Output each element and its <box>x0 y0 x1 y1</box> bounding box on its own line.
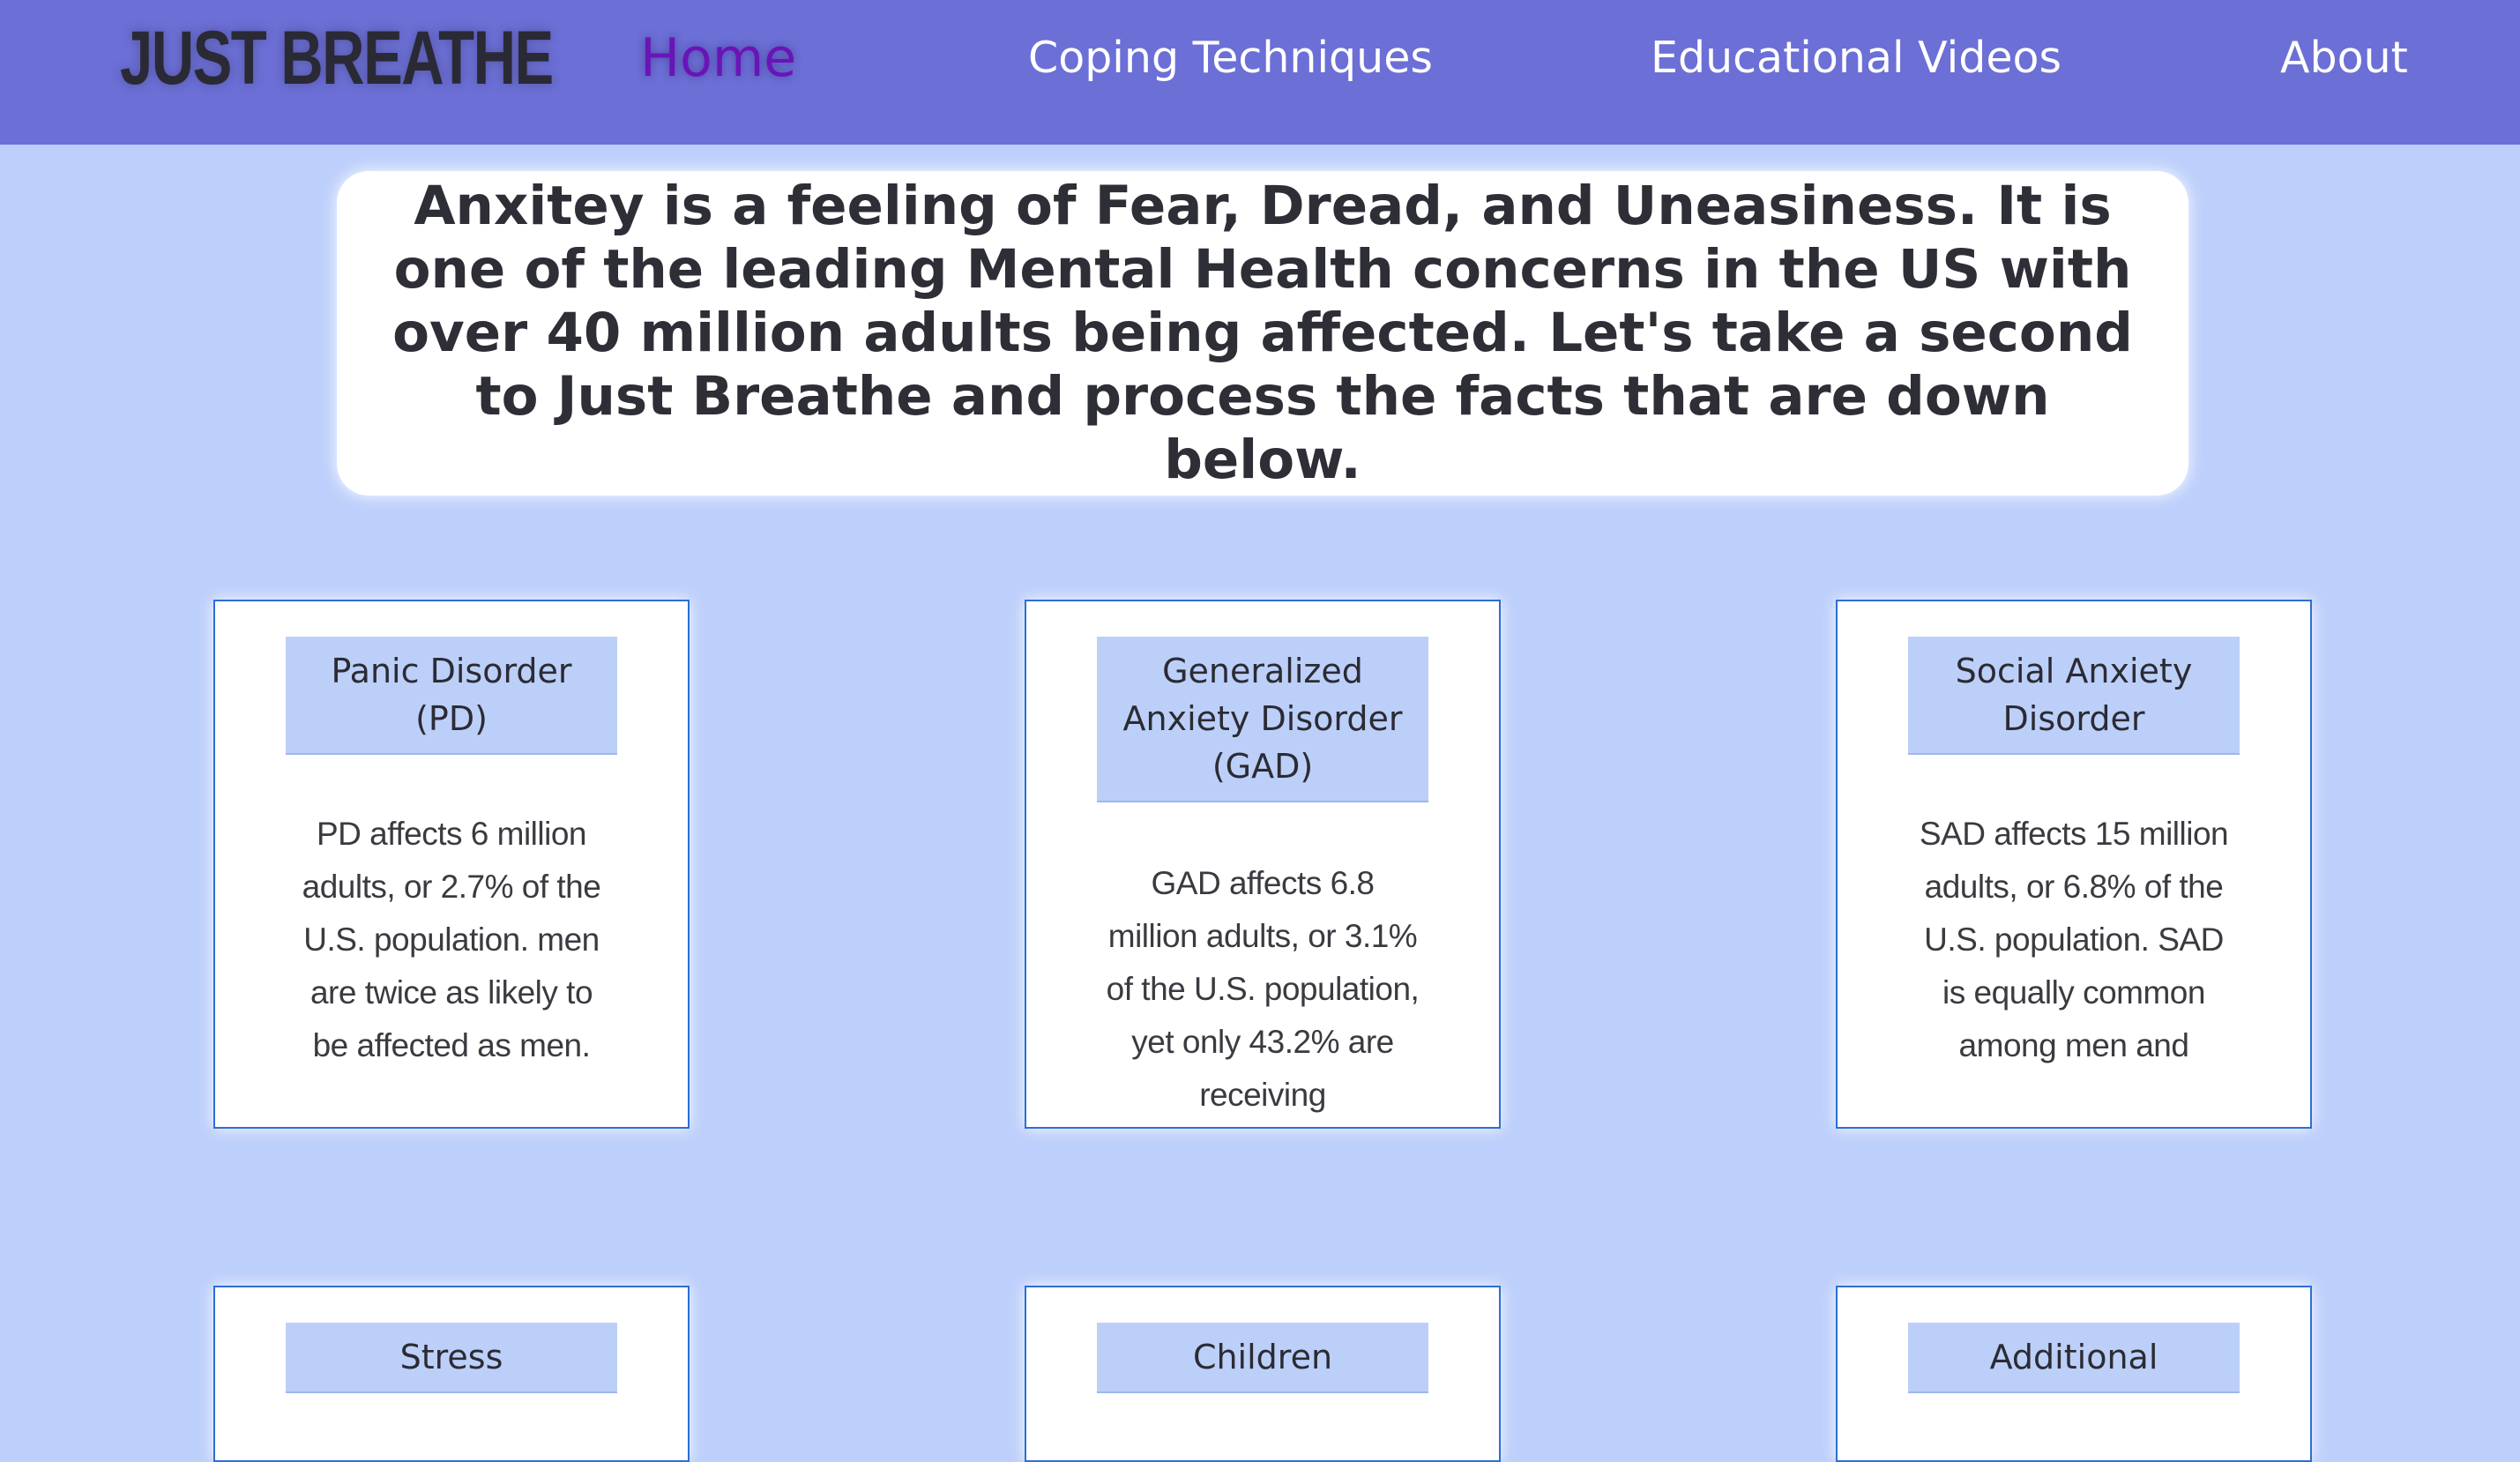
card-children: Children <box>1025 1286 1501 1462</box>
site-logo[interactable]: JUST BREATHE <box>120 14 554 102</box>
card-generalized-anxiety-disorder: Generalized Anxiety Disorder (GAD) GAD a… <box>1025 600 1501 1129</box>
card-body: GAD affects 6.8 million adults, or 3.1% … <box>1106 865 1420 1113</box>
card-title: Additional <box>1908 1323 2240 1393</box>
intro-text: Anxitey is a feeling of Fear, Dread, and… <box>392 175 2133 491</box>
card-panic-disorder: Panic Disorder (PD) PD affects 6 million… <box>213 600 690 1129</box>
card-body: PD affects 6 million adults, or 2.7% of … <box>302 816 601 1063</box>
card-title: Children <box>1097 1323 1428 1393</box>
card-title: Stress <box>286 1323 617 1393</box>
card-body: SAD affects 15 million adults, or 6.8% o… <box>1919 816 2229 1063</box>
card-title: Generalized Anxiety Disorder (GAD) <box>1097 637 1428 802</box>
card-title: Social Anxiety Disorder <box>1908 637 2240 755</box>
card-social-anxiety-disorder: Social Anxiety Disorder SAD affects 15 m… <box>1836 600 2312 1129</box>
nav-home-link[interactable]: Home <box>640 25 796 92</box>
nav-coping-techniques-link[interactable]: Coping Techniques <box>1028 25 1433 92</box>
intro-panel: Anxitey is a feeling of Fear, Dread, and… <box>337 171 2188 496</box>
card-stress: Stress <box>213 1286 690 1462</box>
card-title: Panic Disorder (PD) <box>286 637 617 755</box>
nav-about-link[interactable]: About <box>2280 25 2408 92</box>
card-additional: Additional <box>1836 1286 2312 1462</box>
nav-educational-videos-link[interactable]: Educational Videos <box>1651 25 2061 92</box>
navbar: JUST BREATHE Home Coping Techniques Educ… <box>0 0 2520 145</box>
